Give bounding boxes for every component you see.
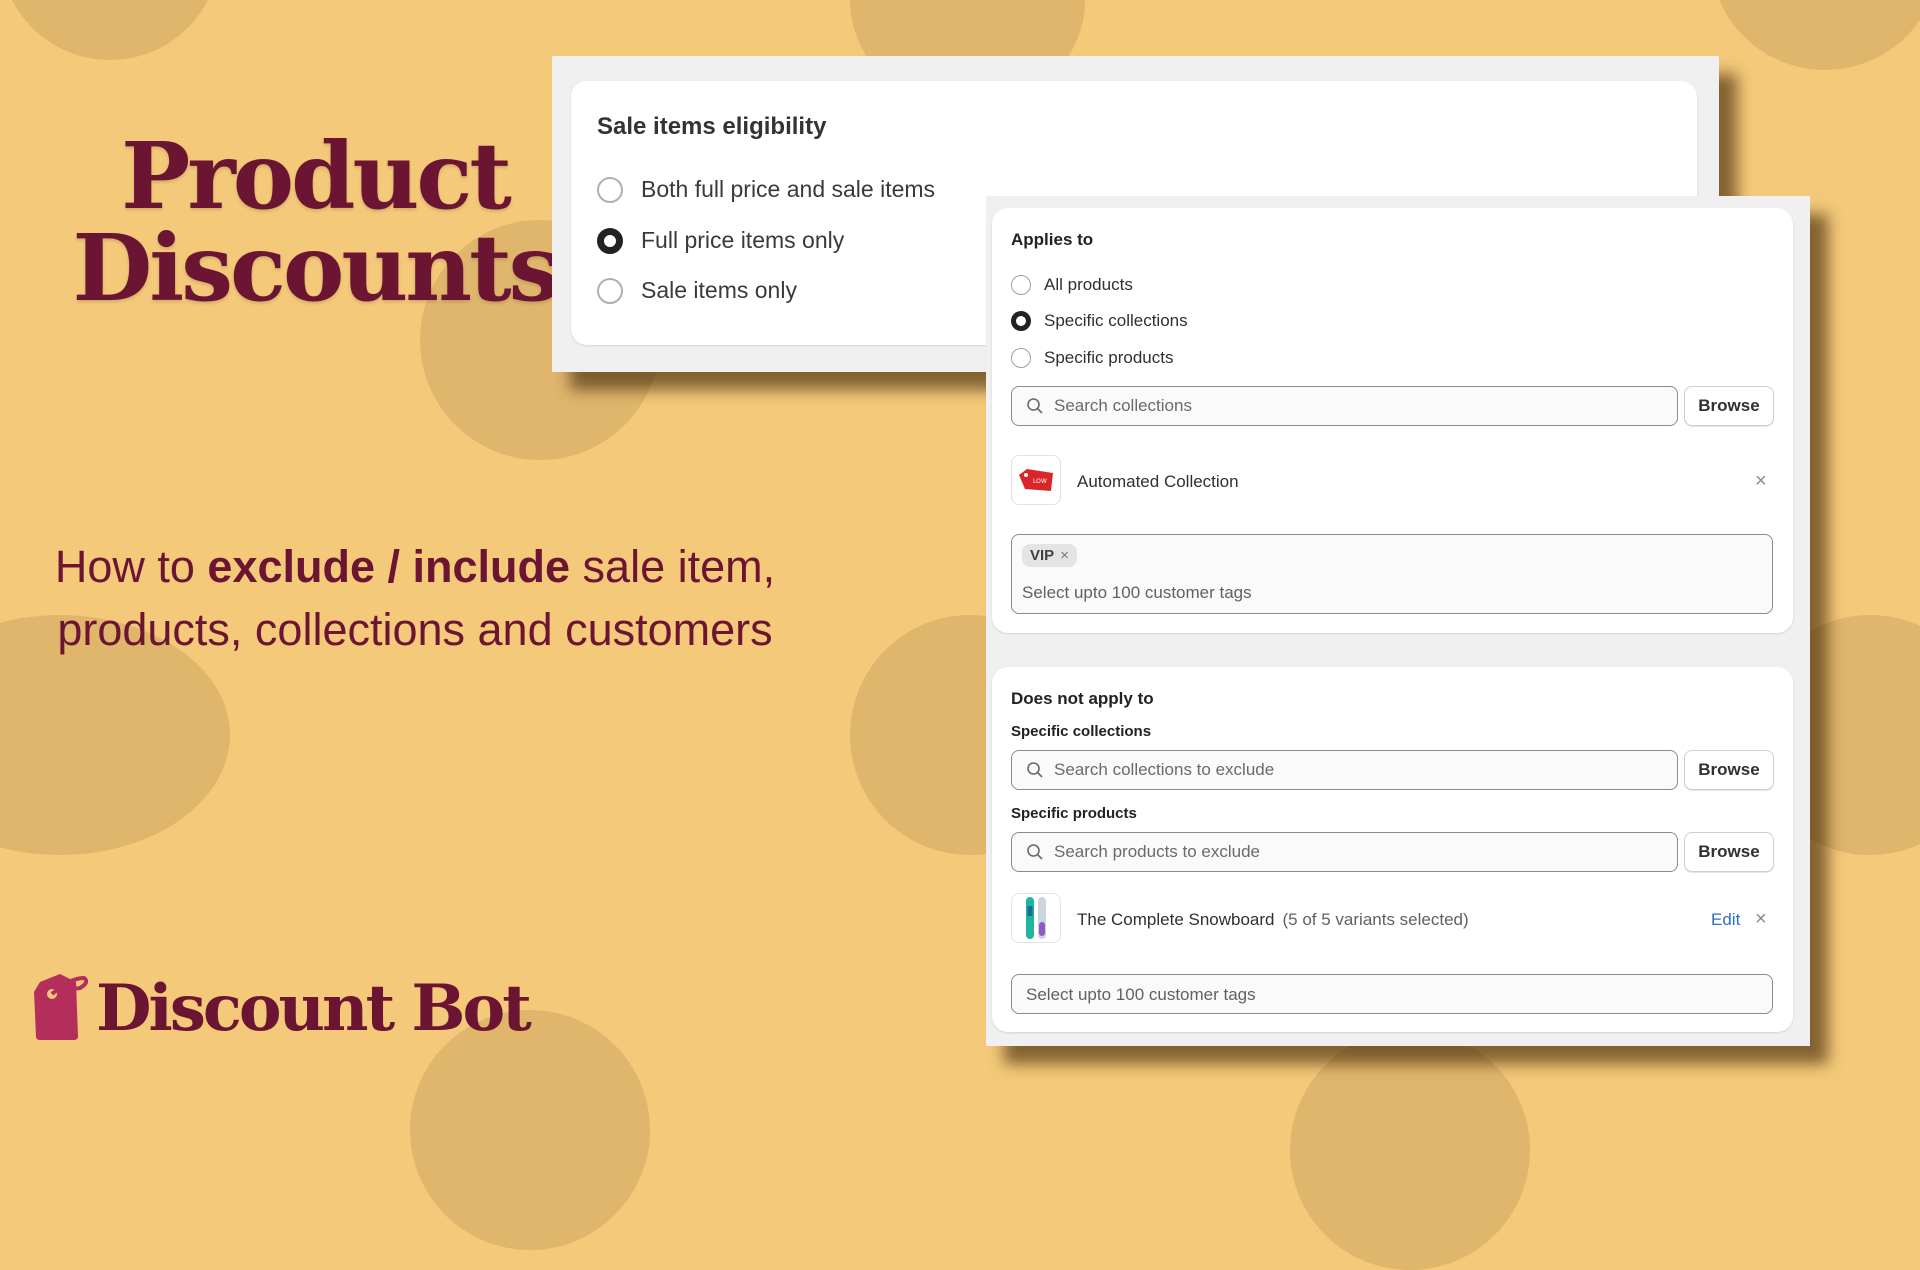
price-tag-icon: [30, 970, 89, 1047]
brand-name: Discount Bot: [96, 971, 532, 1046]
variant-count: (5 of 5 variants selected): [1282, 910, 1469, 929]
search-collections-input[interactable]: Search collections: [1011, 386, 1678, 426]
exclude-collections-label: Specific collections: [1011, 723, 1152, 740]
subtitle-prefix: How to: [54, 541, 208, 592]
remove-product-icon[interactable]: ×: [1755, 908, 1767, 931]
radio-button[interactable]: [597, 277, 623, 304]
subtitle-bold: exclude / include: [207, 541, 571, 592]
radio-label: Specific products: [1044, 348, 1174, 367]
customer-tags-placeholder: Select upto 100 customer tags: [1026, 985, 1256, 1004]
radio-button[interactable]: [597, 176, 623, 203]
snowboard-icon: [1026, 897, 1046, 939]
applies-to-title: Applies to: [1011, 230, 1094, 249]
radio-label: All products: [1044, 275, 1133, 294]
sale-eligibility-title: Sale items eligibility: [597, 113, 827, 140]
radio-label: Sale items only: [641, 277, 797, 303]
excluded-product: The Complete Snowboard (5 of 5 variants s…: [1077, 910, 1469, 930]
hero-title: Product Discounts: [60, 130, 570, 314]
radio-label: Full price items only: [641, 227, 845, 253]
radio-option-full-price[interactable]: Full price items only: [597, 227, 844, 254]
browse-exclude-products-button[interactable]: Browse: [1684, 832, 1774, 872]
selected-collection-name: Automated Collection: [1077, 472, 1239, 491]
hero-title-line1: Product: [121, 122, 512, 230]
does-not-apply-title: Does not apply to: [1011, 689, 1154, 708]
customer-tags-input[interactable]: VIP × Select upto 100 customer tags: [1011, 534, 1773, 614]
radio-button-selected[interactable]: [597, 227, 623, 254]
radio-option-both[interactable]: Both full price and sale items: [597, 176, 935, 203]
bg-circle: [1710, 0, 1920, 70]
edit-product-link[interactable]: Edit: [1711, 910, 1740, 930]
radio-option-all-products[interactable]: All products: [1011, 275, 1133, 295]
radio-option-specific-products[interactable]: Specific products: [1011, 348, 1173, 368]
radio-option-sale-only[interactable]: Sale items only: [597, 277, 797, 304]
collection-thumbnail: LOW: [1011, 455, 1061, 505]
radio-button[interactable]: [1011, 348, 1031, 368]
brand-logo: Discount Bot: [30, 970, 532, 1047]
exclude-customer-tags-input[interactable]: Select upto 100 customer tags: [1011, 974, 1773, 1014]
applies-to-card: Applies to All products Specific collect…: [992, 208, 1793, 633]
hero-title-line2: Discounts: [72, 214, 561, 322]
tag-chip: VIP ×: [1022, 544, 1077, 567]
browse-exclude-collections-button[interactable]: Browse: [1684, 750, 1774, 790]
search-products-exclude-input[interactable]: Search products to exclude: [1011, 832, 1678, 872]
applies-panel: Applies to All products Specific collect…: [986, 196, 1810, 1046]
product-name: The Complete Snowboard: [1077, 910, 1275, 929]
browse-collections-button[interactable]: Browse: [1684, 386, 1774, 426]
does-not-apply-card: Does not apply to Specific collections S…: [992, 667, 1793, 1032]
search-placeholder: Search collections to exclude: [1054, 760, 1275, 779]
product-thumbnail: [1011, 893, 1061, 943]
search-icon: [1027, 762, 1043, 778]
radio-option-specific-collections[interactable]: Specific collections: [1011, 311, 1188, 331]
exclude-products-label: Specific products: [1011, 805, 1137, 822]
search-icon: [1027, 398, 1043, 414]
svg-text:LOW: LOW: [1033, 478, 1047, 485]
customer-tags-placeholder: Select upto 100 customer tags: [1022, 583, 1252, 602]
bg-circle: [0, 0, 220, 60]
radio-button[interactable]: [1011, 275, 1031, 295]
hero-subtitle: How to exclude / include sale item, prod…: [50, 535, 780, 661]
radio-label: Both full price and sale items: [641, 176, 936, 202]
radio-label: Specific collections: [1044, 311, 1188, 330]
sale-tag-icon: LOW: [1019, 469, 1053, 491]
search-placeholder: Search products to exclude: [1054, 842, 1261, 861]
search-placeholder: Search collections: [1054, 396, 1192, 415]
search-collections-exclude-input[interactable]: Search collections to exclude: [1011, 750, 1678, 790]
tag-chip-label: VIP: [1030, 547, 1055, 564]
search-icon: [1027, 844, 1043, 860]
remove-collection-icon[interactable]: ×: [1755, 470, 1767, 493]
remove-tag-icon[interactable]: ×: [1060, 547, 1069, 564]
bg-circle: [1290, 1030, 1530, 1270]
radio-button-selected[interactable]: [1011, 311, 1031, 331]
